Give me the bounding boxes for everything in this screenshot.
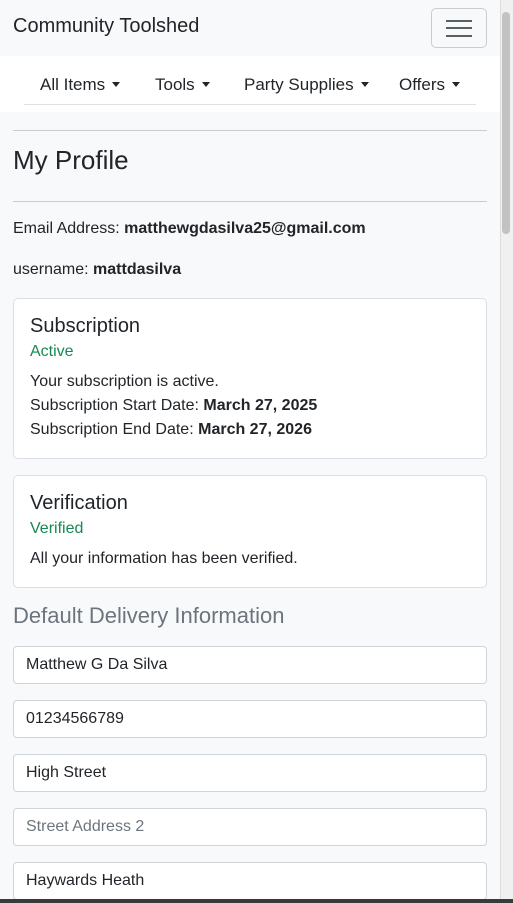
menu-party-supplies[interactable]: Party Supplies — [244, 75, 369, 95]
window-bottom-edge — [0, 899, 513, 903]
verification-card: Verification Verified All your informati… — [13, 475, 487, 588]
hamburger-icon — [446, 20, 472, 22]
nav-divider — [24, 104, 476, 105]
subscription-end-date: March 27, 2026 — [198, 421, 312, 438]
username-value: mattdasilva — [93, 261, 182, 278]
page-title: My Profile — [13, 145, 129, 175]
subscription-end: Subscription End Date: March 27, 2026 — [30, 421, 312, 439]
chevron-down-icon — [360, 82, 369, 87]
email-value: matthewgdasilva25@gmail.com — [124, 220, 366, 237]
verification-title: Verification — [30, 492, 128, 514]
username-label: username: — [13, 261, 89, 278]
menu-all-items[interactable]: All Items — [40, 75, 121, 95]
subscription-end-label: Subscription End Date: — [30, 421, 194, 438]
menu-all-items-label: All Items — [40, 75, 106, 94]
subscription-title: Subscription — [30, 315, 141, 337]
subscription-start-date: March 27, 2025 — [203, 397, 318, 414]
subscription-status-badge: Active — [30, 343, 74, 360]
menu-offers-label: Offers — [399, 75, 445, 94]
chevron-down-icon — [112, 82, 121, 87]
username-line: username: mattdasilva — [13, 261, 181, 279]
subscription-card: Subscription Active Your subscription is… — [13, 298, 487, 459]
delivery-heading: Default Delivery Information — [13, 603, 285, 628]
subscription-start: Subscription Start Date: March 27, 2025 — [30, 397, 317, 415]
hamburger-icon-bar-2 — [446, 27, 472, 29]
email-line: Email Address: matthewgdasilva25@gmail.c… — [13, 220, 366, 238]
subscription-start-label: Subscription Start Date: — [30, 397, 199, 414]
navbar-toggler-button[interactable] — [431, 8, 487, 48]
email-label: Email Address: — [13, 220, 120, 237]
menu-tools-label: Tools — [155, 75, 195, 94]
menu-tools[interactable]: Tools — [155, 75, 210, 95]
menu-offers[interactable]: Offers — [399, 75, 460, 95]
top-navbar: Community Toolshed — [0, 0, 500, 56]
hamburger-icon-bar-3 — [446, 35, 472, 37]
full-name-field[interactable] — [13, 646, 487, 684]
street-address-2-field[interactable] — [13, 808, 487, 846]
divider — [13, 201, 487, 202]
verification-message: All your information has been verified. — [30, 550, 298, 567]
street-address-1-field[interactable] — [13, 754, 487, 792]
menu-party-supplies-label: Party Supplies — [244, 75, 354, 94]
town-or-city-field[interactable] — [13, 862, 487, 900]
verification-status-badge: Verified — [30, 520, 84, 537]
scrollbar-thumb[interactable] — [502, 12, 510, 234]
chevron-down-icon — [201, 82, 210, 87]
phone-number-field[interactable] — [13, 700, 487, 738]
chevron-down-icon — [451, 82, 460, 87]
brand-logo[interactable]: Community Toolshed — [13, 15, 199, 38]
divider — [13, 130, 487, 131]
subscription-message: Your subscription is active. — [30, 373, 219, 390]
